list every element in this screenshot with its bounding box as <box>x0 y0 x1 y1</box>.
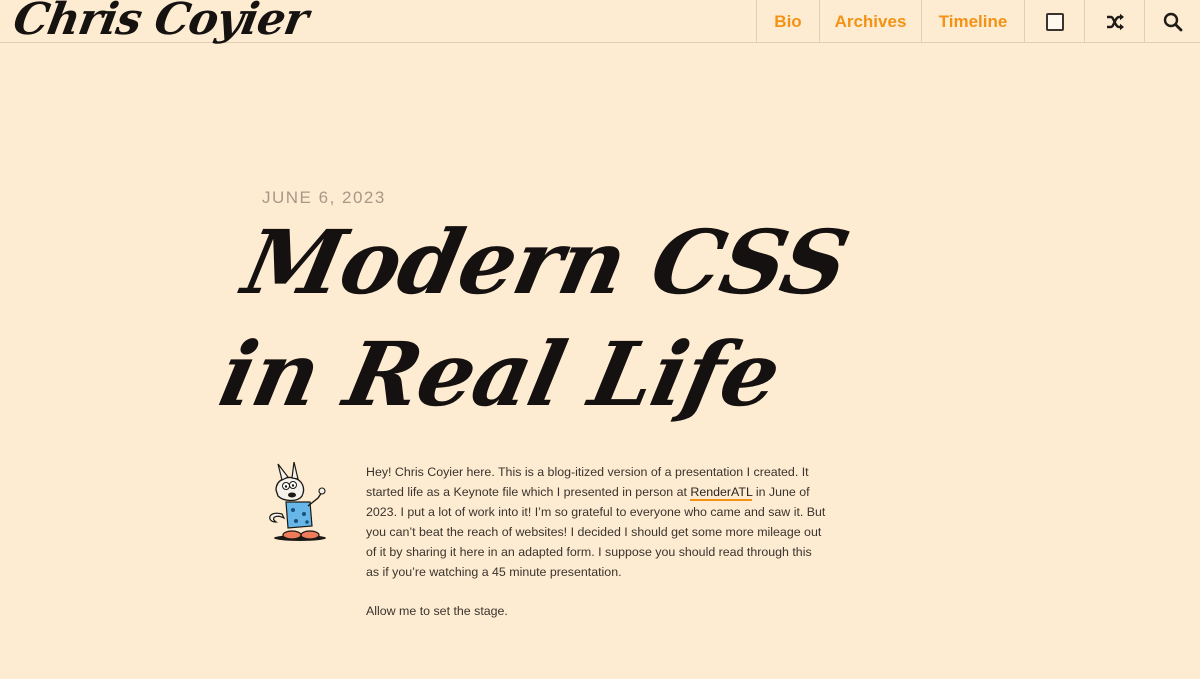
search-icon <box>1163 12 1182 31</box>
second-paragraph: Allow me to set the stage. <box>366 604 508 619</box>
random-post-button[interactable] <box>1084 0 1144 43</box>
theme-toggle-button[interactable] <box>1024 0 1084 43</box>
main-nav: Bio Archives Timeline <box>756 0 1200 43</box>
post-title: Modern CSS in Real Life <box>211 210 857 426</box>
post-intro: Hey! Chris Coyier here. This is a blog-i… <box>366 463 828 622</box>
site-logo[interactable]: Chris Coyier <box>10 0 312 45</box>
shuffle-icon <box>1106 13 1124 30</box>
author-avatar <box>269 462 326 541</box>
search-button[interactable] <box>1144 0 1200 43</box>
post-date: JUNE 6, 2023 <box>262 188 386 207</box>
checkbox-icon <box>1045 12 1064 31</box>
site-header: Chris Coyier Bio Archives Timeline <box>0 0 1200 45</box>
nav-bio-link[interactable]: Bio <box>756 0 819 43</box>
intro-paragraph: Hey! Chris Coyier here. This is a blog-i… <box>366 463 828 582</box>
nav-timeline-link[interactable]: Timeline <box>921 0 1024 43</box>
nav-archives-link[interactable]: Archives <box>819 0 921 43</box>
renderatl-link[interactable]: RenderATL <box>690 484 753 501</box>
